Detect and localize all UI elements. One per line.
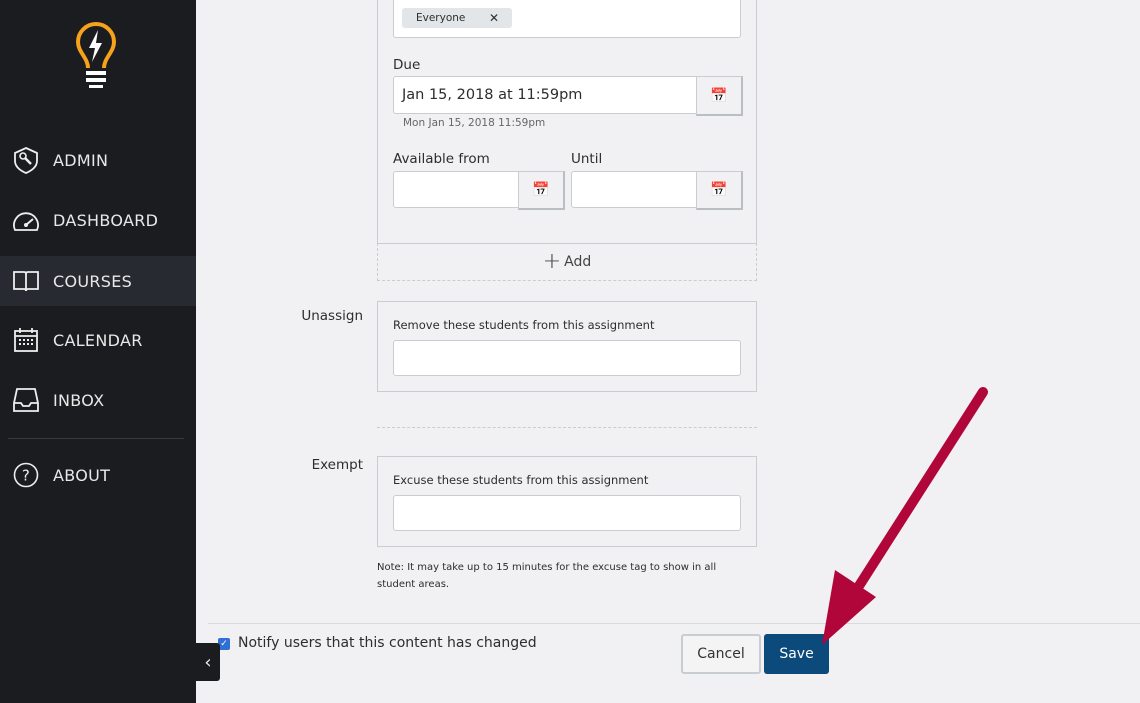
- sidebar-item-courses[interactable]: COURSES: [0, 256, 196, 306]
- add-assignment-button[interactable]: + Add: [377, 243, 757, 281]
- assignee-chip: Everyone ✕: [402, 8, 512, 28]
- sidebar-item-label: ADMIN: [53, 150, 109, 170]
- sidebar-item-label: INBOX: [53, 390, 105, 410]
- sidebar-item-label: CALENDAR: [53, 330, 143, 350]
- section-divider: [377, 427, 757, 428]
- unassign-students-input[interactable]: [393, 340, 741, 376]
- exempt-description: Excuse these students from this assignme…: [393, 473, 649, 487]
- sidebar-item-dashboard[interactable]: DASHBOARD: [0, 195, 196, 245]
- sidebar-divider: [8, 438, 184, 439]
- calendar-icon: 📅: [710, 87, 728, 104]
- until-label: Until: [571, 151, 603, 167]
- open-book-icon: [12, 267, 40, 295]
- collapse-sidebar-button[interactable]: ‹: [196, 643, 220, 681]
- plus-icon: +: [542, 249, 562, 274]
- sidebar: ADMIN DASHBOARD COURSES CALENDAR INBOX ?…: [0, 0, 196, 703]
- until-calendar-button[interactable]: 📅: [696, 171, 743, 210]
- sidebar-item-admin[interactable]: ADMIN: [0, 135, 196, 185]
- lightbulb-logo[interactable]: [74, 22, 118, 90]
- due-hint: Mon Jan 15, 2018 11:59pm: [403, 117, 546, 129]
- sidebar-item-label: ABOUT: [53, 465, 111, 485]
- chip-label: Everyone: [416, 12, 466, 24]
- save-button[interactable]: Save: [764, 634, 829, 674]
- exempt-students-input[interactable]: [393, 495, 741, 531]
- speedometer-icon: [12, 206, 40, 234]
- exempt-label: Exempt: [311, 457, 363, 473]
- calendar-icon: 📅: [532, 182, 550, 198]
- notify-label: Notify users that this content has chang…: [238, 635, 537, 651]
- calendar-icon: [12, 326, 40, 354]
- available-from-label: Available from: [393, 151, 490, 167]
- unassign-description: Remove these students from this assignme…: [393, 318, 655, 332]
- svg-text:?: ?: [22, 467, 30, 485]
- sidebar-item-label: DASHBOARD: [53, 210, 159, 230]
- chevron-left-icon: ‹: [204, 651, 212, 673]
- sidebar-item-calendar[interactable]: CALENDAR: [0, 315, 196, 365]
- available-from-input[interactable]: [393, 171, 519, 208]
- add-label: Add: [564, 254, 592, 270]
- exempt-note: Note: It may take up to 15 minutes for t…: [377, 562, 717, 590]
- until-input[interactable]: [571, 171, 697, 208]
- due-calendar-button[interactable]: 📅: [696, 76, 743, 116]
- available-from-calendar-button[interactable]: 📅: [518, 171, 565, 210]
- calendar-icon: 📅: [710, 182, 728, 198]
- sidebar-item-inbox[interactable]: INBOX: [0, 375, 196, 425]
- sidebar-item-about[interactable]: ? ABOUT: [0, 450, 196, 500]
- due-date-input[interactable]: Jan 15, 2018 at 11:59pm: [393, 76, 697, 114]
- sidebar-item-label: COURSES: [53, 271, 133, 291]
- remove-chip-icon[interactable]: ✕: [489, 11, 499, 25]
- cancel-button[interactable]: Cancel: [681, 634, 761, 674]
- question-circle-icon: ?: [12, 461, 40, 489]
- shield-wrench-icon: [12, 146, 40, 174]
- inbox-tray-icon: [12, 386, 40, 414]
- due-label: Due: [393, 57, 421, 73]
- footer-divider: [208, 623, 1140, 624]
- unassign-label: Unassign: [301, 308, 363, 324]
